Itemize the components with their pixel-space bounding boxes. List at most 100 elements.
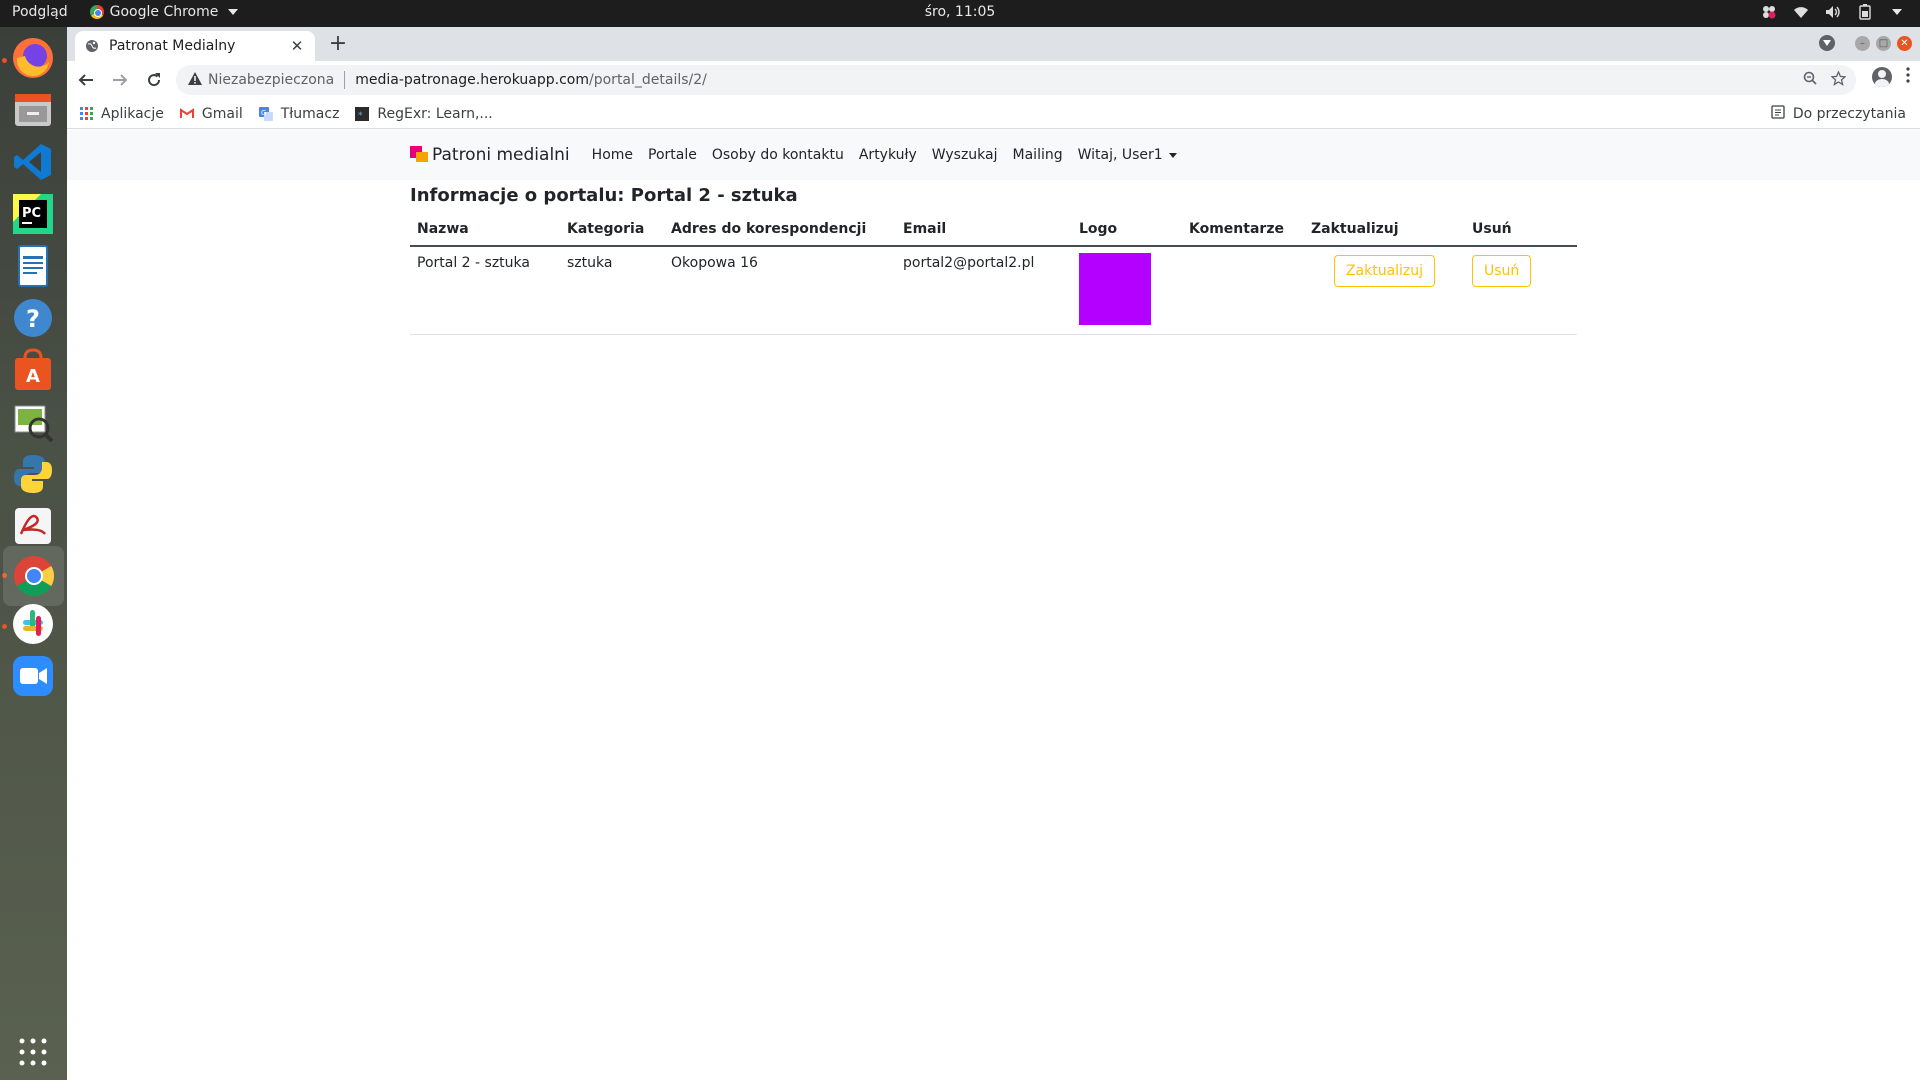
zoom-magnifier-icon[interactable] bbox=[1803, 71, 1817, 90]
app-menu[interactable]: Google Chrome bbox=[89, 4, 239, 20]
close-window-icon[interactable]: ✕ bbox=[1897, 35, 1912, 51]
bookmark-label: RegExr: Learn,... bbox=[377, 105, 493, 122]
page-title-portal-name: Portal 2 - sztuka bbox=[630, 185, 798, 206]
back-icon[interactable] bbox=[71, 65, 101, 95]
activities-label[interactable]: Podgląd bbox=[12, 4, 68, 20]
browser-window: Patronat Medialny ✕ + – □ ✕ Niezabezpiec… bbox=[67, 27, 1920, 1080]
writer-icon[interactable] bbox=[10, 243, 56, 289]
bookmark-label: Aplikacje bbox=[101, 105, 164, 122]
portal-logo-image bbox=[1079, 253, 1151, 325]
url-host: media-patronage.herokuapp.com bbox=[355, 72, 590, 88]
battery-icon[interactable] bbox=[1856, 3, 1874, 21]
svg-text:PC: PC bbox=[22, 206, 41, 221]
delete-button[interactable]: Usuń bbox=[1472, 255, 1532, 287]
close-icon[interactable]: ✕ bbox=[289, 37, 305, 55]
cell-update: Zaktualizuj bbox=[1304, 246, 1465, 335]
nav-home[interactable]: Home bbox=[592, 147, 633, 163]
reload-icon[interactable] bbox=[139, 65, 169, 95]
slack-icon[interactable] bbox=[10, 601, 56, 647]
column-header-email: Email bbox=[896, 212, 1072, 247]
browser-toolbar: Niezabezpieczona media-patronage.herokua… bbox=[67, 61, 1920, 99]
window-controls: – □ ✕ bbox=[1819, 35, 1912, 51]
minimize-icon[interactable]: – bbox=[1855, 35, 1870, 51]
tab-title: Patronat Medialny bbox=[109, 38, 236, 54]
chrome-icon[interactable] bbox=[3, 546, 64, 606]
nav-search[interactable]: Wyszukaj bbox=[932, 147, 998, 163]
tab-strip: Patronat Medialny ✕ + – □ ✕ bbox=[67, 27, 1920, 61]
clock[interactable]: śro, 11:05 bbox=[0, 4, 1920, 20]
cell-address: Okopowa 16 bbox=[664, 246, 896, 335]
maximize-icon[interactable]: □ bbox=[1876, 35, 1891, 51]
firefox-icon[interactable] bbox=[10, 35, 56, 81]
running-indicator bbox=[2, 58, 7, 63]
address-bar[interactable]: Niezabezpieczona media-patronage.herokua… bbox=[176, 65, 1856, 95]
more-menu-icon[interactable] bbox=[1906, 67, 1910, 87]
chevron-down-icon bbox=[228, 9, 239, 15]
vscode-icon[interactable] bbox=[10, 139, 56, 185]
nav-portals[interactable]: Portale bbox=[648, 147, 697, 163]
svg-text:A: A bbox=[26, 366, 40, 387]
tab-search-icon[interactable] bbox=[1819, 35, 1835, 51]
bookmarks-bar: Aplikacje Gmail G Tłumacz * RegExr: Lear… bbox=[67, 99, 1920, 129]
new-tab-button[interactable]: + bbox=[325, 32, 351, 58]
bookmark-regexr[interactable]: * RegExr: Learn,... bbox=[355, 105, 493, 122]
reading-list-button[interactable]: Do przeczytania bbox=[1771, 105, 1906, 123]
cell-logo bbox=[1072, 246, 1182, 335]
table-row: Portal 2 - sztuka sztuka Okopowa 16 port… bbox=[410, 246, 1577, 335]
help-icon[interactable]: ? bbox=[10, 295, 56, 341]
nav-articles[interactable]: Artykuły bbox=[859, 147, 917, 163]
svg-text:?: ? bbox=[26, 305, 40, 333]
pycharm-icon[interactable]: PC bbox=[10, 191, 56, 237]
bookmark-label: Gmail bbox=[201, 105, 243, 122]
user-menu-label: Witaj, User1 bbox=[1077, 147, 1163, 163]
site-navbar: Patroni medialni Home Portale Osoby do k… bbox=[67, 130, 1920, 180]
nav-contacts[interactable]: Osoby do kontaktu bbox=[712, 147, 844, 163]
column-header-name: Nazwa bbox=[410, 212, 560, 247]
cell-name: Portal 2 - sztuka bbox=[410, 246, 560, 335]
show-applications-icon[interactable] bbox=[10, 1029, 56, 1075]
chevron-down-icon bbox=[1168, 152, 1177, 158]
security-status[interactable]: Niezabezpieczona bbox=[208, 72, 334, 88]
bookmark-star-icon[interactable] bbox=[1830, 70, 1847, 90]
chrome-icon bbox=[89, 5, 104, 19]
slack-tray-icon[interactable] bbox=[1760, 3, 1778, 21]
table-header-row: Nazwa Kategoria Adres do korespondencji … bbox=[410, 212, 1577, 247]
forward-icon[interactable] bbox=[105, 65, 135, 95]
reading-list-icon bbox=[1771, 105, 1785, 123]
python-icon[interactable] bbox=[10, 451, 56, 497]
svg-text:G: G bbox=[261, 109, 266, 117]
bookmark-label: Tłumacz bbox=[280, 105, 340, 122]
profile-avatar-icon[interactable] bbox=[1872, 67, 1892, 87]
pdf-reader-icon[interactable] bbox=[10, 503, 56, 549]
file-manager-icon[interactable] bbox=[10, 87, 56, 133]
image-viewer-icon[interactable] bbox=[10, 399, 56, 445]
update-button[interactable]: Zaktualizuj bbox=[1333, 255, 1436, 287]
site-brand[interactable]: Patroni medialni bbox=[410, 145, 570, 165]
user-menu-dropdown[interactable]: Witaj, User1 bbox=[1078, 147, 1177, 163]
bookmark-translate[interactable]: G Tłumacz bbox=[258, 105, 340, 122]
zoom-icon[interactable] bbox=[10, 653, 56, 699]
url-path: /portal_details/2/ bbox=[589, 72, 707, 88]
software-center-icon[interactable]: A bbox=[10, 347, 56, 393]
translate-icon: G bbox=[258, 106, 273, 121]
warning-icon[interactable] bbox=[188, 71, 202, 89]
regexr-icon: * bbox=[355, 106, 370, 121]
tab-patronat-medialny[interactable]: Patronat Medialny ✕ bbox=[75, 31, 315, 61]
divider bbox=[344, 71, 346, 89]
column-header-update: Zaktualizuj bbox=[1304, 212, 1465, 247]
svg-text:*: * bbox=[358, 111, 363, 121]
reading-list-label: Do przeczytania bbox=[1792, 106, 1906, 122]
wifi-icon[interactable] bbox=[1792, 3, 1810, 21]
bookmark-gmail[interactable]: Gmail bbox=[179, 105, 243, 122]
brand-logo-icon bbox=[410, 146, 430, 164]
column-header-comments: Komentarze bbox=[1182, 212, 1304, 247]
bookmark-apps[interactable]: Aplikacje bbox=[79, 106, 164, 122]
system-menu-caret-icon[interactable] bbox=[1888, 3, 1906, 21]
nav-mailing[interactable]: Mailing bbox=[1013, 147, 1063, 163]
column-header-category: Kategoria bbox=[560, 212, 664, 247]
page-title: Informacje o portalu: Portal 2 - sztuka bbox=[410, 185, 798, 206]
running-indicator bbox=[2, 624, 7, 629]
apps-grid-icon bbox=[79, 107, 93, 121]
web-page: Patroni medialni Home Portale Osoby do k… bbox=[67, 130, 1920, 1080]
volume-icon[interactable] bbox=[1824, 3, 1842, 21]
